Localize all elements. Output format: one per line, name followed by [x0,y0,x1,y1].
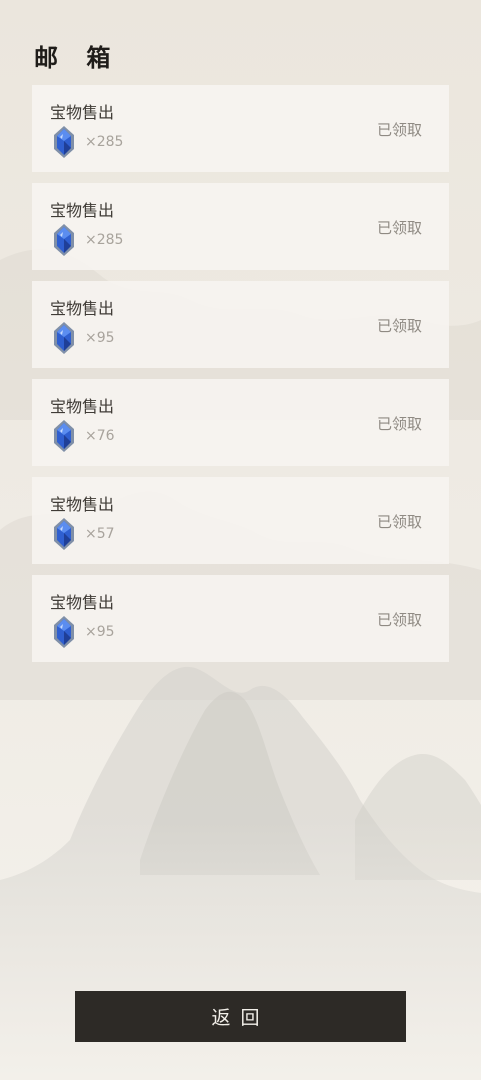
mail-reward: ×57 [52,517,115,551]
reward-count: ×76 [85,428,115,444]
page-title: 邮 箱 [34,43,121,72]
claim-status: 已领取 [376,219,422,237]
mail-subject: 宝物售出 [50,201,115,220]
mail-item[interactable]: 宝物售出 ×76 已领取 [32,379,449,466]
blue-gem-icon [54,224,74,256]
back-button[interactable]: 返回 [75,991,406,1042]
mail-subject: 宝物售出 [50,397,115,416]
mail-subject: 宝物售出 [50,593,115,612]
reward-count: ×95 [85,330,115,346]
mail-reward: ×76 [52,419,115,453]
claim-status: 已领取 [376,121,422,139]
mail-reward: ×95 [52,615,115,649]
blue-gem-icon [54,518,74,550]
mail-reward: ×95 [52,321,115,355]
mail-item[interactable]: 宝物售出 ×95 已领取 [32,575,449,662]
mail-item[interactable]: 宝物售出 ×285 已领取 [32,85,449,172]
reward-count: ×285 [85,232,124,248]
reward-count: ×57 [85,526,115,542]
mail-subject: 宝物售出 [50,299,115,318]
claim-status: 已领取 [376,317,422,335]
mail-item[interactable]: 宝物售出 ×57 已领取 [32,477,449,564]
blue-gem-icon [54,420,74,452]
claim-status: 已领取 [376,513,422,531]
claim-status: 已领取 [376,415,422,433]
mail-reward: ×285 [52,223,123,257]
blue-gem-icon [54,126,74,158]
mail-reward: ×285 [52,125,123,159]
mail-item[interactable]: 宝物售出 ×285 已领取 [32,183,449,270]
mail-item[interactable]: 宝物售出 ×95 已领取 [32,281,449,368]
mail-subject: 宝物售出 [50,495,115,514]
blue-gem-icon [54,616,74,648]
reward-count: ×285 [85,134,124,150]
blue-gem-icon [54,322,74,354]
mail-list: 宝物售出 ×285 已领取 宝物售出 ×285 已领取 宝物售出 ×95 已领取… [32,85,449,673]
mail-subject: 宝物售出 [50,103,115,122]
reward-count: ×95 [85,624,115,640]
claim-status: 已领取 [376,611,422,629]
